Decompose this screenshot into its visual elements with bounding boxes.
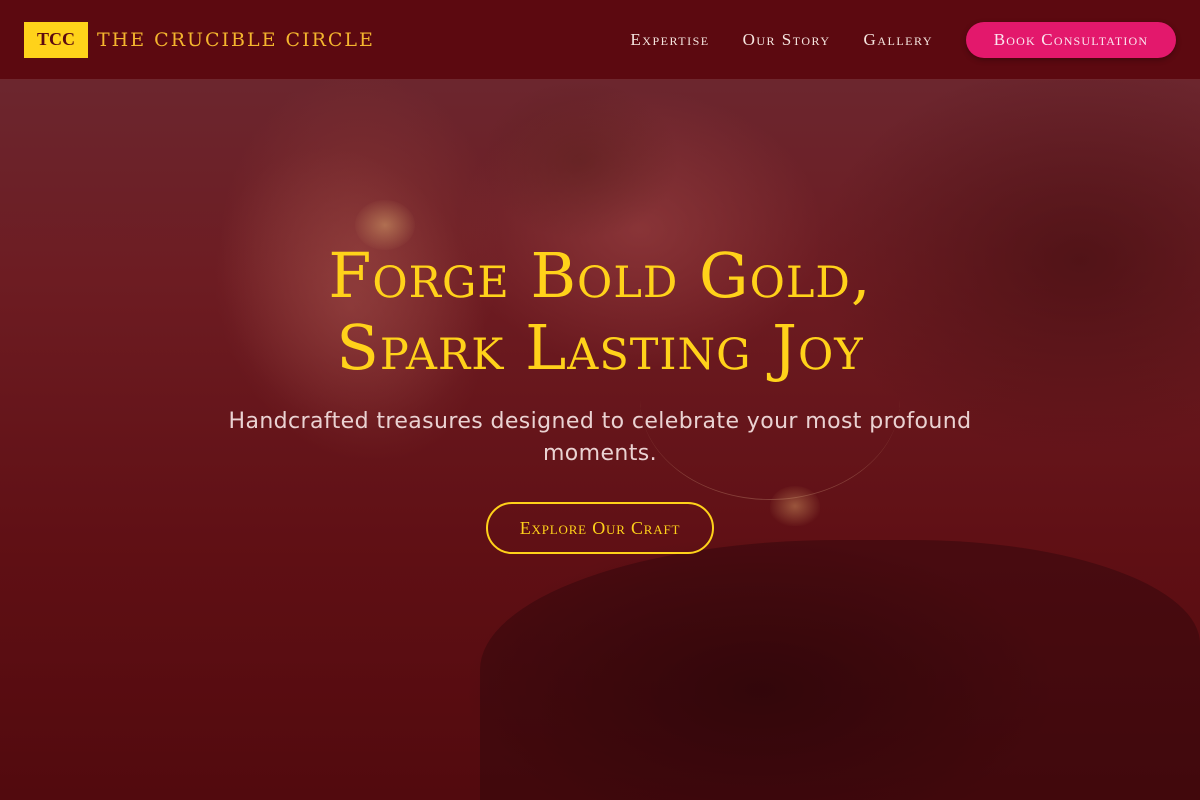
explore-craft-button[interactable]: Explore Our Craft <box>486 502 714 554</box>
hero-subtitle: Handcrafted treasures designed to celebr… <box>228 409 972 466</box>
hero-title-line-2: Spark Lasting Joy <box>336 311 864 384</box>
brand-logo[interactable]: TCC THE CRUCIBLE CIRCLE <box>24 21 375 58</box>
hero-photo-garment <box>480 540 1200 800</box>
book-consultation-button[interactable]: Book Consultation <box>966 21 1176 58</box>
nav-link-our-story[interactable]: Our Story <box>743 30 831 50</box>
main-nav: Expertise Our Story Gallery Book Consult… <box>630 21 1176 58</box>
brand-name: THE CRUCIBLE CIRCLE <box>97 28 375 51</box>
hero-section: Forge Bold Gold, Spark Lasting Joy Handc… <box>0 240 1200 554</box>
nav-link-gallery[interactable]: Gallery <box>864 30 933 50</box>
hero-title: Forge Bold Gold, Spark Lasting Joy <box>150 240 1050 384</box>
brand-mark: TCC <box>24 21 88 58</box>
nav-link-expertise[interactable]: Expertise <box>630 30 709 50</box>
hero-title-line-1: Forge Bold Gold, <box>328 239 872 312</box>
navbar: TCC THE CRUCIBLE CIRCLE Expertise Our St… <box>0 0 1200 80</box>
